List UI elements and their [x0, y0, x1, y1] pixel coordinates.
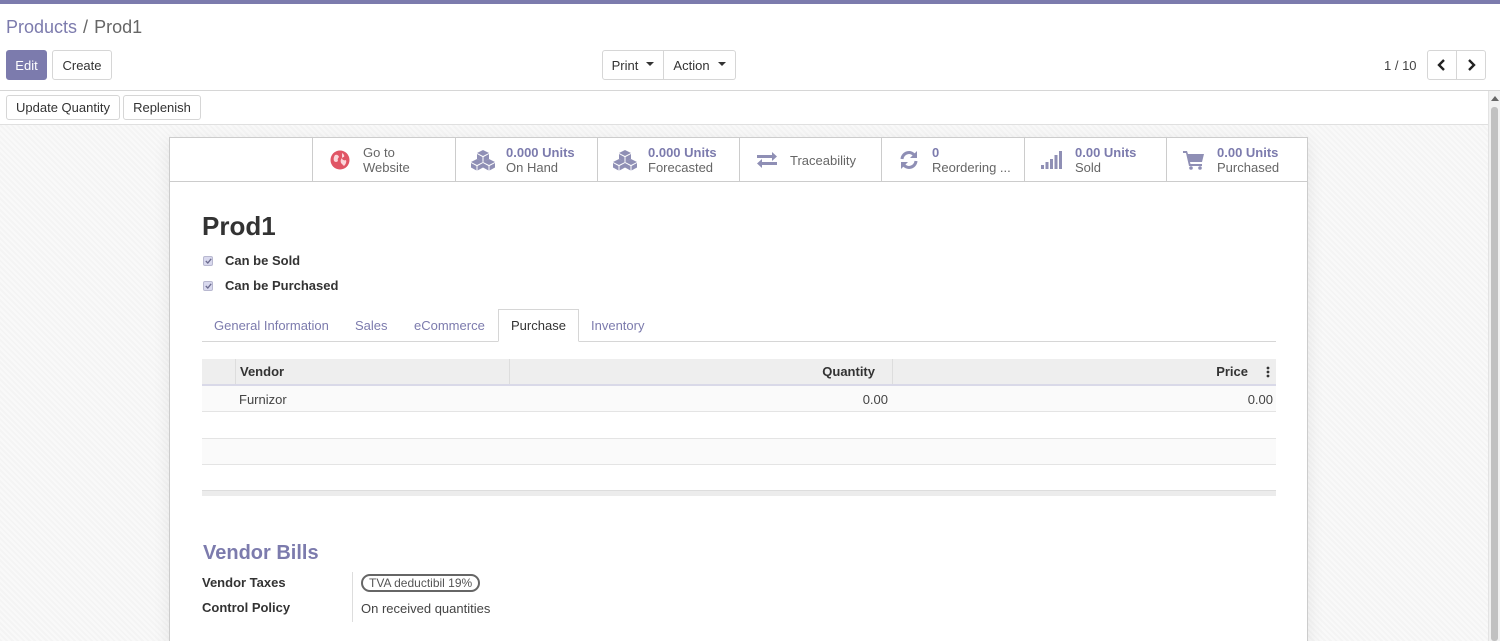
breadcrumb-current: Prod1	[94, 17, 143, 37]
tab-inventory[interactable]: Inventory	[579, 309, 656, 342]
field-separator	[352, 572, 353, 622]
globe-icon	[327, 147, 353, 173]
edit-button[interactable]: Edit	[6, 50, 47, 80]
breadcrumb-separator: /	[83, 17, 89, 37]
can-be-purchased-row: Can be Purchased	[203, 278, 338, 293]
breadcrumb-products-link[interactable]: Products	[6, 17, 77, 37]
update-quantity-label: Update Quantity	[16, 100, 110, 115]
table-header: Vendor Quantity Price	[202, 359, 1276, 386]
refresh-icon	[896, 147, 922, 173]
control-panel: Products / Prod1 Edit Create Print Action …	[0, 4, 1500, 91]
can-be-sold-checkbox[interactable]	[203, 255, 213, 266]
optional-columns-toggle[interactable]	[1262, 359, 1274, 384]
vendor-tax-tag[interactable]: TVA deductibil 19%	[361, 574, 481, 592]
reordering-label: Reordering ...	[932, 160, 1011, 175]
breadcrumb: Products / Prod1	[6, 17, 142, 38]
reordering-button[interactable]: 0 Reordering ...	[881, 138, 1024, 182]
table-row-empty	[202, 439, 1276, 465]
replenish-button[interactable]: Replenish	[123, 95, 201, 120]
purchased-button[interactable]: 0.00 Units Purchased	[1166, 138, 1307, 182]
reordering-value: 0	[932, 145, 940, 160]
column-header-quantity[interactable]: Quantity	[509, 359, 875, 384]
website-line1: Go to	[363, 145, 395, 160]
price-cell: 0.00	[1247, 391, 1273, 407]
cubes-icon	[470, 147, 496, 173]
can-be-sold-label: Can be Sold	[225, 253, 301, 268]
go-to-website-button[interactable]: Go to Website	[312, 138, 455, 182]
update-quantity-button[interactable]: Update Quantity	[6, 95, 120, 120]
table-footer	[202, 490, 1276, 496]
create-button[interactable]: Create	[52, 50, 112, 80]
can-be-sold-row: Can be Sold	[203, 253, 300, 268]
chevron-left-icon	[1437, 59, 1445, 71]
print-dropdown-button[interactable]: Print	[602, 50, 664, 80]
column-header-price[interactable]: Price	[892, 359, 1248, 384]
scrollbar-thumb[interactable]	[1491, 107, 1498, 641]
scroll-up-arrow-icon[interactable]	[1491, 96, 1499, 101]
table-row[interactable]: Furnizor 0.00 0.00	[202, 386, 1276, 412]
caret-down-icon	[646, 62, 655, 66]
tab-ecommerce[interactable]: eCommerce	[402, 309, 497, 342]
check-icon	[204, 257, 212, 264]
smart-button-box: Go to Website 0.000 Units On Hand 0.000 Un…	[170, 138, 1307, 182]
control-policy-label: Control Policy	[202, 600, 291, 615]
tab-general-information[interactable]: General Information	[202, 309, 341, 342]
table-row-empty	[202, 413, 1276, 439]
traceability-label: Traceability	[790, 152, 856, 168]
vendor-cell: Furnizor	[239, 391, 287, 407]
sold-button[interactable]: 0.00 Units Sold	[1024, 138, 1166, 182]
pager-value[interactable]: 1 / 10	[1384, 58, 1417, 73]
tab-sales[interactable]: Sales	[343, 309, 400, 342]
edit-button-label: Edit	[15, 57, 38, 73]
action-label: Action	[673, 57, 710, 73]
form-statusbar: Update Quantity Replenish	[0, 91, 1500, 125]
pager-next-button[interactable]	[1456, 50, 1486, 80]
on-hand-label: On Hand	[506, 160, 559, 175]
arrows-exchange-icon	[754, 147, 780, 173]
pager-previous-button[interactable]	[1427, 50, 1457, 80]
traceability-button[interactable]: Traceability	[739, 138, 881, 182]
notebook-tabs: General Information Sales eCommerce Purc…	[202, 309, 1276, 342]
form-content-area: Go to Website 0.000 Units On Hand 0.000 Un…	[0, 125, 1488, 641]
vendor-taxes-label: Vendor Taxes	[202, 575, 286, 590]
replenish-label: Replenish	[133, 100, 191, 115]
control-policy-value[interactable]: On received quantities	[361, 601, 490, 616]
quantity-cell: 0.00	[862, 391, 888, 407]
form-sheet: Go to Website 0.000 Units On Hand 0.000 Un…	[169, 137, 1308, 641]
vertical-scrollbar[interactable]	[1488, 91, 1500, 641]
action-dropdown-button[interactable]: Action	[664, 50, 736, 80]
forecasted-button[interactable]: 0.000 Units Forecasted	[597, 138, 739, 182]
vendor-bills-title: Vendor Bills	[203, 542, 319, 564]
sold-value: 0.00 Units	[1075, 145, 1137, 160]
chevron-right-icon	[1468, 59, 1476, 71]
create-button-label: Create	[62, 57, 102, 73]
purchased-label: Purchased	[1217, 160, 1280, 175]
can-be-purchased-label: Can be Purchased	[225, 278, 339, 293]
sold-label: Sold	[1075, 160, 1102, 175]
forecasted-label: Forecasted	[648, 160, 714, 175]
forecasted-value: 0.000 Units	[648, 145, 717, 160]
cart-icon	[1181, 147, 1207, 173]
caret-down-icon	[717, 62, 726, 66]
can-be-purchased-checkbox[interactable]	[203, 280, 213, 291]
on-hand-button[interactable]: 0.000 Units On Hand	[455, 138, 597, 182]
on-hand-value: 0.000 Units	[506, 145, 575, 160]
column-header-vendor[interactable]: Vendor	[240, 359, 284, 384]
cubes-icon	[612, 147, 638, 173]
table-row-empty	[202, 465, 1276, 491]
website-line2: Website	[363, 160, 410, 175]
product-name[interactable]: Prod1	[202, 211, 276, 242]
tab-purchase[interactable]: Purchase	[498, 309, 579, 342]
ellipsis-vertical-icon	[1266, 366, 1270, 377]
check-icon	[204, 282, 212, 289]
column-divider	[235, 359, 236, 384]
signal-icon	[1039, 147, 1065, 173]
purchased-value: 0.00 Units	[1217, 145, 1279, 160]
print-label: Print	[611, 57, 639, 73]
